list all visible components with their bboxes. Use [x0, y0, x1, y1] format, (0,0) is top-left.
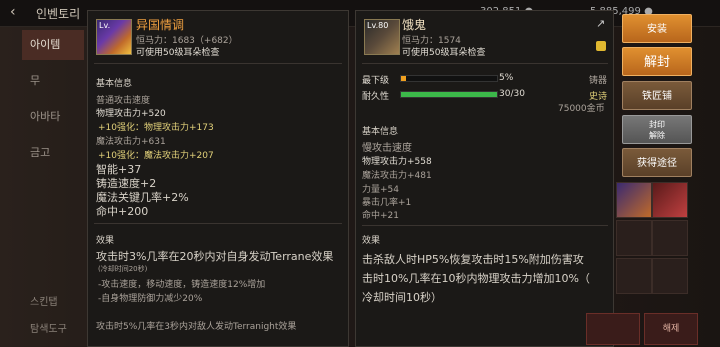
- section-basic: 基本信息: [96, 79, 133, 89]
- item-name: 饿鬼: [402, 18, 427, 32]
- stat-line: +10强化：魔法攻击力+207: [98, 151, 214, 161]
- section-effect: 效果: [362, 236, 381, 246]
- divider: [94, 63, 342, 64]
- effect-line: (冷却时间20秒): [98, 265, 148, 273]
- divider: [362, 63, 608, 64]
- acquire-method-button[interactable]: 获得途径: [622, 148, 692, 177]
- section-effect: 效果: [96, 236, 115, 246]
- side-action-button[interactable]: [586, 313, 640, 345]
- nav-item-vault[interactable]: 금고: [22, 138, 84, 168]
- share-icon[interactable]: ↗: [596, 17, 605, 30]
- durability-value: 30/30: [499, 89, 525, 99]
- explore-tool[interactable]: 탐색도구: [30, 320, 67, 335]
- durability-label: 耐久性: [362, 92, 390, 102]
- item-icon: Lv.: [96, 19, 132, 55]
- blacksmith-button[interactable]: 铁匠铺: [622, 81, 692, 110]
- stat-line: +10强化：物理攻击力+173: [98, 123, 214, 133]
- inventory-slot[interactable]: [616, 182, 652, 218]
- effect-line: -攻击速度，移动速度，铸造速度12%增加: [98, 280, 266, 290]
- divider: [94, 223, 342, 224]
- item-note: 可使用50级耳朵检查: [402, 48, 486, 58]
- inventory-slot[interactable]: [652, 182, 688, 218]
- unseal-button[interactable]: 解封: [622, 47, 692, 76]
- stat-line: 物理攻击力+520: [96, 109, 166, 119]
- grade-type: 铸器: [589, 76, 608, 86]
- install-button[interactable]: 安装: [622, 14, 692, 43]
- effect-line: 冷却时间10秒）: [362, 291, 442, 304]
- back-arrow-icon[interactable]: ‹: [10, 4, 16, 20]
- effect-line: 攻击时5%几率在3秒内对敌人发动Terranight效果: [96, 322, 297, 332]
- stat-line: 魔法攻击力+631: [96, 137, 166, 147]
- effect-line: 击杀敌人时HP5%恢复攻击时15%附加伤害攻: [362, 253, 584, 266]
- item-tooltip-equipped: Lv. 异国情调 恒马力：1683（+682） 可使用50级耳朵检查 基本信息 …: [87, 10, 349, 347]
- stat-line: 物理攻击力+558: [362, 157, 432, 167]
- page-title: 인벤토리: [36, 7, 81, 21]
- unequip-button[interactable]: 해제: [644, 313, 698, 345]
- nav-item-weapon[interactable]: 무: [22, 66, 84, 96]
- stat-line: 暴击几率+1: [362, 198, 412, 208]
- item-name: 异国情调: [136, 18, 185, 32]
- grade-label: 最下级: [362, 76, 390, 86]
- divider: [362, 225, 608, 226]
- grade-value: 5%: [499, 73, 514, 83]
- item-tooltip-compare: Lv.80 饿鬼 恒马力：1574 可使用50级耳朵检查 ↗ 最下级 5% 铸器…: [355, 10, 614, 347]
- stat-line: 命中+21: [362, 211, 399, 221]
- inventory-slot[interactable]: [652, 258, 688, 294]
- durability-bar: [400, 91, 498, 98]
- inventory-slot[interactable]: [616, 258, 652, 294]
- stat-line: 普通攻击速度: [96, 96, 151, 106]
- seal-release-button[interactable]: 封印 解除: [622, 115, 692, 144]
- item-icon: Lv.80: [364, 19, 400, 55]
- nav-item-avatar[interactable]: 아바타: [22, 102, 84, 132]
- grade-bar: [400, 75, 498, 82]
- item-price: 75000金币: [558, 104, 605, 114]
- nav-item-items[interactable]: 아이템: [22, 30, 84, 60]
- inventory-slot[interactable]: [616, 220, 652, 256]
- stat-line: 慢攻击速度: [362, 143, 412, 154]
- stat-line: 魔法攻击力+481: [362, 171, 432, 181]
- stat-line: 命中+200: [96, 205, 149, 218]
- stat-line: 力量+54: [362, 185, 399, 195]
- effect-line: -自身物理防御力减少20%: [98, 294, 203, 304]
- item-note: 可使用50级耳朵检查: [136, 48, 220, 58]
- effect-line: 攻击时3%几率在20秒内对自身发动Terrane效果: [96, 250, 334, 263]
- lock-icon[interactable]: [596, 41, 606, 51]
- effect-line: 击时10%几率在10秒内物理攻击力增加10%（: [362, 272, 590, 285]
- skin-tab[interactable]: 스킨탭: [30, 293, 58, 308]
- inventory-slot[interactable]: [652, 220, 688, 256]
- section-basic: 基本信息: [362, 127, 399, 137]
